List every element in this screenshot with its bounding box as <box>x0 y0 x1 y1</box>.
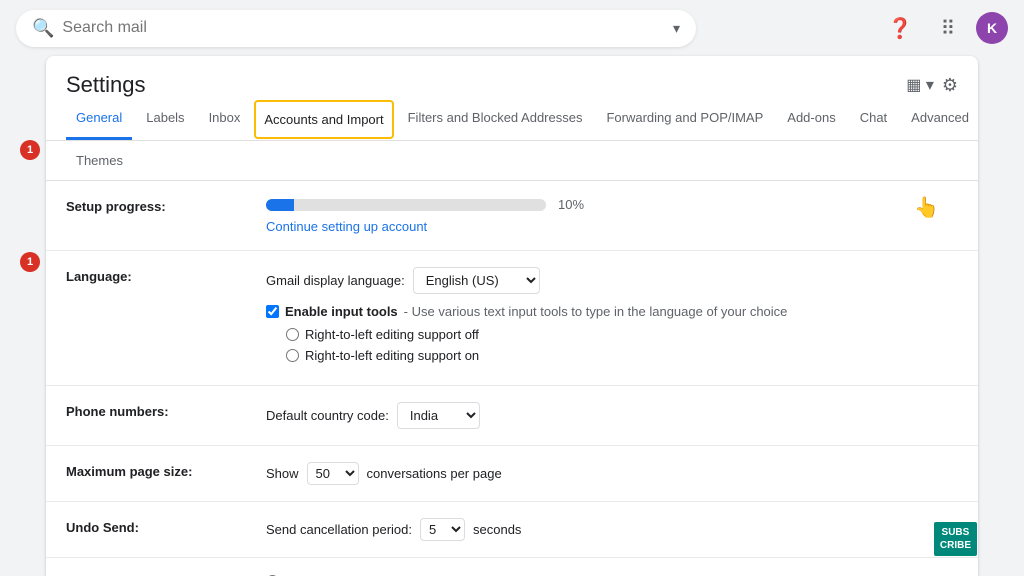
apps-icon: ⠿ <box>941 16 956 41</box>
notification-badge-2: 1 <box>20 252 40 272</box>
language-row: Language: Gmail display language: Englis… <box>46 251 978 386</box>
page-size-label: Maximum page size: <box>66 462 266 479</box>
phone-content: Default country code: India <box>266 402 958 429</box>
subscribe-line1: SUBS <box>940 526 971 539</box>
avatar[interactable]: K <box>976 12 1008 44</box>
settings-icons: ▦ ▾ ⚙ <box>906 75 958 96</box>
phone-row: Phone numbers: Default country code: Ind… <box>46 386 978 446</box>
search-dropdown-icon[interactable]: ▾ <box>673 20 680 37</box>
continue-setup-link[interactable]: Continue setting up account <box>266 219 427 234</box>
progress-percent: 10% <box>558 197 584 212</box>
progress-bar-fill <box>266 199 294 211</box>
help-icon: ❓ <box>888 16 913 41</box>
tab-inbox[interactable]: Inbox <box>199 98 251 140</box>
page-size-select[interactable]: 50 25 100 <box>307 462 359 485</box>
progress-bar-bg <box>266 199 546 211</box>
rtl-on-radio[interactable] <box>286 349 299 362</box>
gear-icon[interactable]: ⚙ <box>942 75 958 96</box>
tab-advanced[interactable]: Advanced <box>901 98 978 140</box>
cursor-pointer-icon: 👆 <box>914 195 939 220</box>
search-input[interactable] <box>62 19 665 37</box>
apps-button[interactable]: ⠿ <box>928 8 968 48</box>
reply-behavior-row: Default reply behavior: Learn more Reply… <box>46 558 978 576</box>
language-content: Gmail display language: English (US) Ena… <box>266 267 958 369</box>
cancellation-period-select[interactable]: 5 10 20 30 <box>420 518 465 541</box>
settings-title: Settings <box>66 72 146 98</box>
country-code-label: Default country code: <box>266 408 389 423</box>
language-label: Language: <box>66 267 266 284</box>
per-page-label: conversations per page <box>367 466 502 481</box>
rtl-on-label: Right-to-left editing support on <box>305 348 479 363</box>
help-button[interactable]: ❓ <box>880 8 920 48</box>
enable-tools-label: Enable input tools <box>285 304 398 319</box>
enable-input-tools-checkbox[interactable] <box>266 305 279 318</box>
tab-chat[interactable]: Chat <box>850 98 897 140</box>
tab-general[interactable]: General <box>66 98 132 140</box>
settings-panel: Settings ▦ ▾ ⚙ General Labels Inbox Acco… <box>46 56 978 576</box>
enable-tools-desc: - Use various text input tools to type i… <box>404 304 788 319</box>
setup-row: Setup progress: 10% Continue setting up … <box>46 181 978 251</box>
cancellation-label: Send cancellation period: <box>266 522 412 537</box>
top-bar-right: ❓ ⠿ K <box>880 8 1008 48</box>
setup-label: Setup progress: <box>66 197 266 214</box>
sub-tab-themes[interactable]: Themes <box>66 145 133 176</box>
seconds-label: seconds <box>473 522 521 537</box>
subscribe-line2: CRIBE <box>940 539 971 552</box>
undo-content: Send cancellation period: 5 10 20 30 sec… <box>266 518 958 541</box>
top-bar: 🔍 ▾ ❓ ⠿ K <box>0 0 1024 56</box>
setup-content: 10% Continue setting up account <box>266 197 958 234</box>
phone-label: Phone numbers: <box>66 402 266 419</box>
settings-tabs: General Labels Inbox Accounts and Import… <box>46 98 978 141</box>
tab-forwarding[interactable]: Forwarding and POP/IMAP <box>596 98 773 140</box>
undo-send-label: Undo Send: <box>66 518 266 535</box>
rtl-off-radio[interactable] <box>286 328 299 341</box>
tab-labels[interactable]: Labels <box>136 98 194 140</box>
settings-header: Settings ▦ ▾ ⚙ <box>46 56 978 98</box>
sub-tabs: Themes <box>46 141 978 181</box>
view-icon[interactable]: ▦ ▾ <box>906 75 934 95</box>
page-size-content: Show 50 25 100 conversations per page <box>266 462 958 485</box>
country-select[interactable]: India <box>397 402 480 429</box>
show-label: Show <box>266 466 299 481</box>
page-size-row: Maximum page size: Show 50 25 100 conver… <box>46 446 978 502</box>
settings-content: Setup progress: 10% Continue setting up … <box>46 181 978 576</box>
undo-send-row: Undo Send: Send cancellation period: 5 1… <box>46 502 978 558</box>
subscribe-badge[interactable]: SUBS CRIBE <box>934 522 977 556</box>
language-select[interactable]: English (US) <box>413 267 540 294</box>
display-language-label: Gmail display language: <box>266 273 405 288</box>
tab-accounts[interactable]: Accounts and Import <box>254 100 393 139</box>
search-box[interactable]: 🔍 ▾ <box>16 10 696 47</box>
notification-badge-1: 1 <box>20 140 40 160</box>
search-icon: 🔍 <box>32 18 54 39</box>
rtl-off-label: Right-to-left editing support off <box>305 327 479 342</box>
tab-filters[interactable]: Filters and Blocked Addresses <box>398 98 593 140</box>
tab-addons[interactable]: Add-ons <box>777 98 845 140</box>
